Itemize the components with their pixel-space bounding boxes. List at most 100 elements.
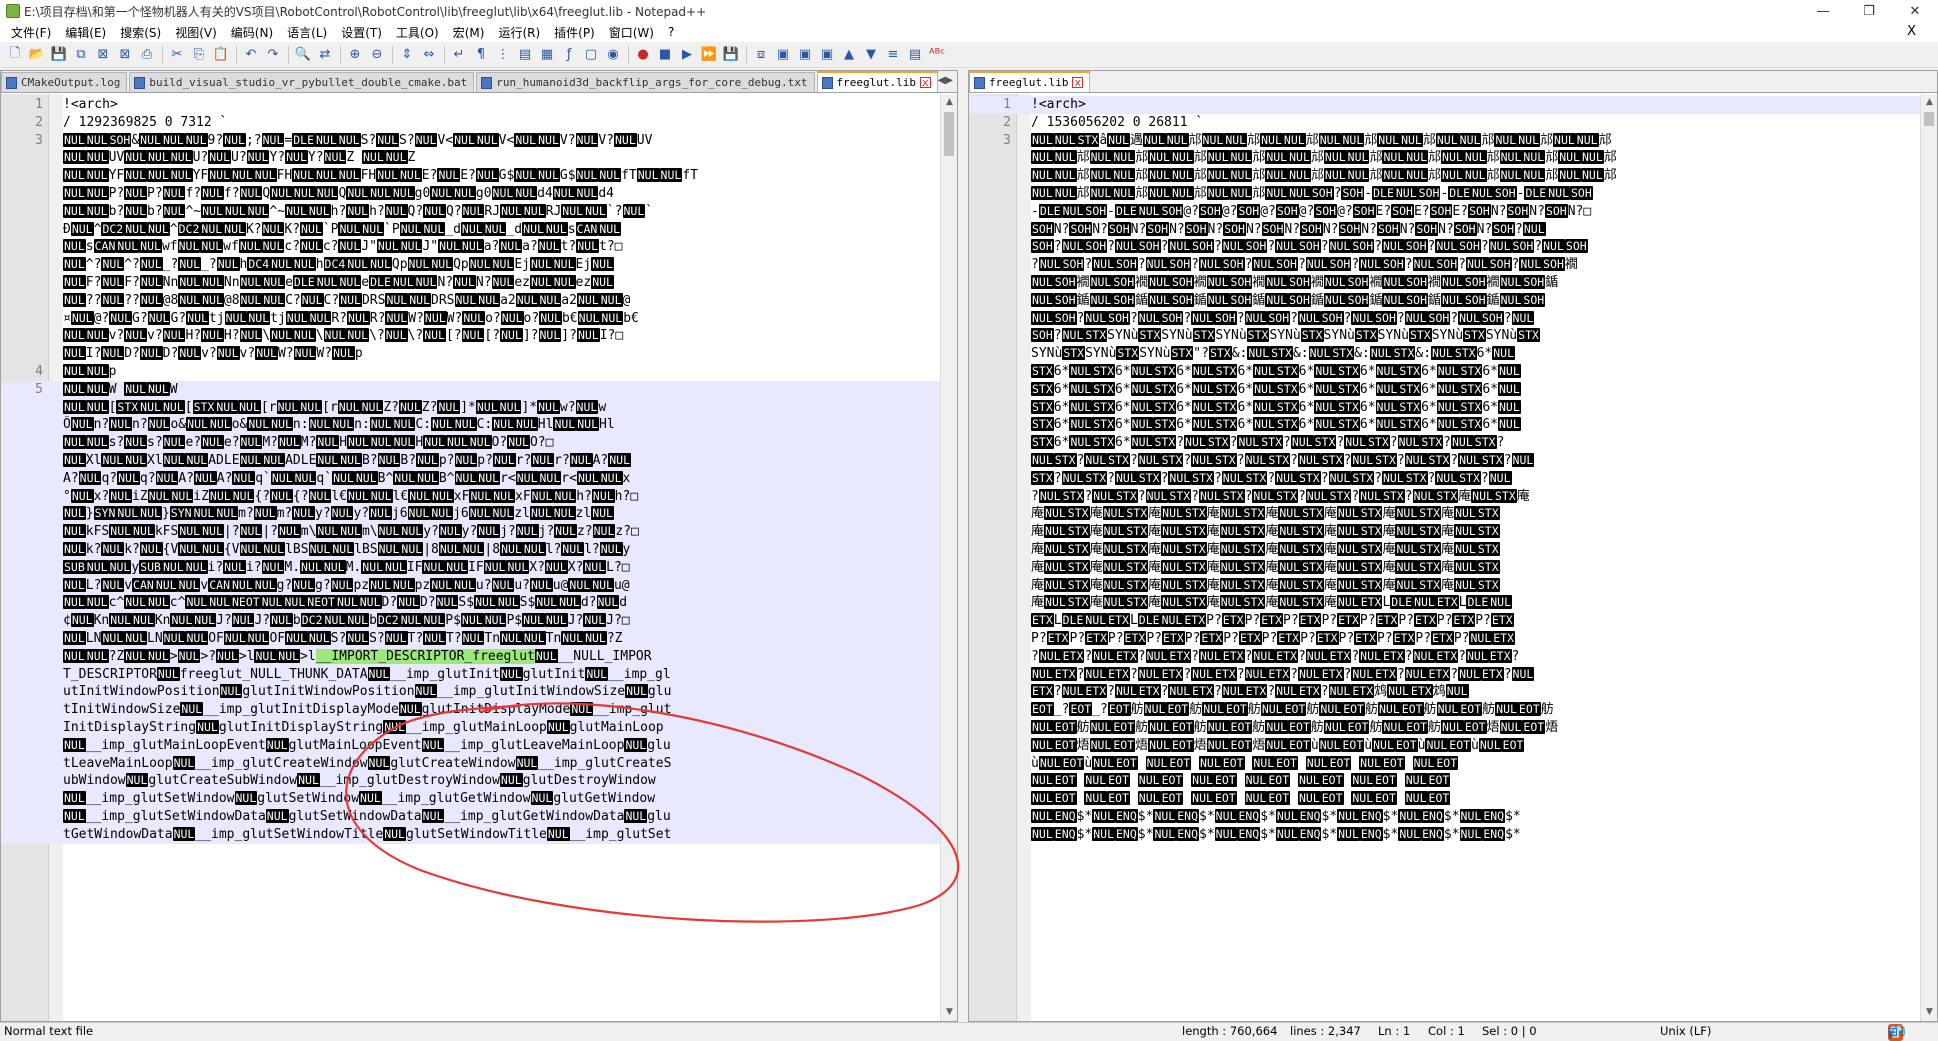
control-char-badge: STX — [1066, 506, 1090, 521]
control-char-badge: NUL — [1244, 791, 1268, 806]
tab-file[interactable]: freeglut.lib x — [969, 71, 1091, 92]
plugin-e-icon[interactable]: ≡ — [882, 44, 904, 66]
scroll-up-arrow[interactable]: ▲ — [1921, 94, 1937, 111]
copy-icon[interactable]: ⎘ — [188, 44, 210, 66]
control-char-badge: ETX — [1435, 648, 1459, 663]
menu-item[interactable]: 语言(L) — [280, 24, 334, 41]
plugin-d-icon[interactable]: ▣ — [816, 44, 838, 66]
tab-file[interactable]: CMakeOutput.log — [1, 72, 128, 92]
tab-file[interactable]: build_visual_studio_vr_pybullet_double_c… — [129, 72, 475, 92]
paste-icon[interactable]: 📋 — [210, 44, 232, 66]
control-char-badge: NUL — [1494, 132, 1518, 147]
scroll-down-arrow[interactable]: ▼ — [1921, 1004, 1937, 1021]
control-char-badge: NUL — [78, 470, 102, 485]
play-macro-multiple-icon[interactable]: ⏩ — [698, 44, 720, 66]
zoom-out-icon[interactable]: ⊖ — [366, 44, 388, 66]
plugin-c-icon[interactable]: ▣ — [794, 44, 816, 66]
zoom-in-icon[interactable]: ⊕ — [344, 44, 366, 66]
control-char-badge: NUL — [154, 577, 178, 592]
udl-icon[interactable]: ▤ — [514, 44, 536, 66]
tab-file[interactable]: freeglut.lib x — [816, 71, 938, 92]
stop-macro-icon[interactable]: ■ — [654, 44, 676, 66]
pane-splitter[interactable] — [958, 70, 968, 1022]
arrow-down-icon[interactable]: ▼ — [860, 44, 882, 66]
save-all-icon[interactable]: ⧉ — [70, 44, 92, 66]
menu-item[interactable]: 搜索(S) — [113, 24, 168, 41]
control-char-badge: STX — [1137, 470, 1161, 485]
arrow-up-icon[interactable]: ▲ — [838, 44, 860, 66]
menu-item[interactable]: 运行(R) — [491, 24, 547, 41]
maximize-button[interactable]: ❐ — [1846, 0, 1892, 22]
left-editor[interactable]: 1 !<arch> 2/ 1292369825 0 7312 ` 3 NUL NUL SOH… — [1, 94, 957, 1021]
indent-guide-icon[interactable]: ⋮ — [492, 44, 514, 66]
control-char-badge: STX — [1214, 381, 1238, 396]
sync-vertical-icon[interactable]: ⇕ — [396, 44, 418, 66]
menu-item[interactable]: 设置(T) — [334, 24, 389, 41]
word-wrap-icon[interactable]: ↵ — [448, 44, 470, 66]
close-all-icon[interactable]: ⊠ — [114, 44, 136, 66]
open-file-icon[interactable]: 📂 — [26, 44, 48, 66]
left-vertical-scrollbar[interactable]: ▲ ▼ — [940, 94, 957, 1021]
eol-format-label[interactable]: Unix (LF) — [1660, 1023, 1711, 1040]
sync-horizontal-icon[interactable]: ⇔ — [418, 44, 440, 66]
line-text: STX6*NUL STX6*NUL STX6*NUL STX6*NUL STX6*NUL… — [1031, 381, 1521, 397]
plugin-a-icon[interactable]: ⧈ — [750, 44, 772, 66]
scroll-down-arrow[interactable]: ▼ — [941, 1004, 957, 1021]
menu-item[interactable]: ? — [661, 25, 681, 39]
minimize-button[interactable]: — — [1800, 0, 1846, 22]
menu-item[interactable]: 视图(V) — [168, 24, 224, 41]
control-char-badge: SOH — [1427, 310, 1451, 325]
show-all-chars-icon[interactable]: ¶ — [470, 44, 492, 66]
tab-close-icon[interactable]: x — [919, 77, 931, 88]
scroll-thumb[interactable] — [1924, 112, 1934, 126]
editor-line: NUL NULc^NUL NULc^NUL NUL NEOT NUL NUL NEOT NUL N… — [1, 594, 957, 613]
save-icon[interactable]: 💾 — [48, 44, 70, 66]
doc-map-icon[interactable]: ▦ — [536, 44, 558, 66]
close-window-button[interactable]: ✕ — [1892, 0, 1938, 22]
record-macro-icon[interactable]: ● — [632, 44, 654, 66]
control-char-badge: NUL — [215, 506, 239, 521]
menu-item[interactable]: 窗口(W) — [602, 24, 661, 41]
undo-icon[interactable]: ↶ — [240, 44, 262, 66]
control-char-badge: NUL — [391, 275, 415, 289]
replace-icon[interactable]: ⇄ — [314, 44, 336, 66]
plugin-f-icon[interactable]: ▤ — [904, 44, 926, 66]
print-icon[interactable]: ⎙ — [136, 44, 158, 66]
menu-item[interactable]: 编码(N) — [224, 24, 280, 41]
editor-line: 5 NUL NULW NUL NULW — [1, 380, 957, 399]
tab-close-icon[interactable]: x — [1072, 77, 1084, 88]
tab-scroll-arrows[interactable]: ◀▶ — [938, 75, 953, 86]
spell-check-icon[interactable]: ᴬᴮᶜ — [926, 44, 948, 66]
menu-item[interactable]: 宏(M) — [446, 24, 492, 41]
scroll-up-arrow[interactable]: ▲ — [941, 94, 957, 111]
new-file-icon[interactable]: 🗋 — [4, 44, 26, 66]
right-editor[interactable]: 1 !<arch> 2/ 1536056202 0 26811 ` 3 NUL NUL ST… — [969, 94, 1937, 1021]
close-document-button[interactable]: X — [1907, 24, 1916, 39]
control-char-badge: NUL — [338, 275, 362, 289]
play-macro-icon[interactable]: ▶ — [676, 44, 698, 66]
redo-icon[interactable]: ↷ — [262, 44, 284, 66]
editor-line: ubWindowNULglutCreateSubWindowNUL__imp_g… — [1, 772, 957, 791]
close-icon[interactable]: ⊠ — [92, 44, 114, 66]
editor-line: NUL NULs?NULs?NULe?NULe?NULM?NULM?NULHNUL… — [1, 434, 957, 452]
save-macro-icon[interactable]: 💾 — [720, 44, 742, 66]
menu-item[interactable]: 编辑(E) — [58, 24, 113, 41]
control-char-badge: STX — [1331, 346, 1355, 361]
plugin-b-icon[interactable]: ▣ — [772, 44, 794, 66]
find-icon[interactable]: 🔍 — [292, 44, 314, 66]
scroll-thumb[interactable] — [944, 112, 954, 156]
cut-icon[interactable]: ✂ — [166, 44, 188, 66]
menu-item[interactable]: 文件(F) — [4, 24, 58, 41]
tab-file[interactable]: run_humanoid3d_backflip_args_for_core_de… — [476, 72, 815, 92]
ime-tool-icon[interactable]: ⊞ — [1888, 1024, 1898, 1041]
control-char-badge: NUL — [500, 542, 523, 556]
menu-item[interactable]: 插件(P) — [547, 24, 602, 41]
control-char-badge: SOH — [1053, 310, 1077, 325]
control-char-badge: STX — [1381, 488, 1405, 503]
menu-item[interactable]: 工具(O) — [389, 24, 446, 41]
control-char-badge: NUL — [147, 417, 171, 432]
right-vertical-scrollbar[interactable]: ▲ ▼ — [1920, 94, 1937, 1021]
monitoring-icon[interactable]: ◉ — [602, 44, 624, 66]
function-list-icon[interactable]: ƒ — [558, 44, 580, 66]
folder-workspace-icon[interactable]: ▢ — [580, 44, 602, 66]
